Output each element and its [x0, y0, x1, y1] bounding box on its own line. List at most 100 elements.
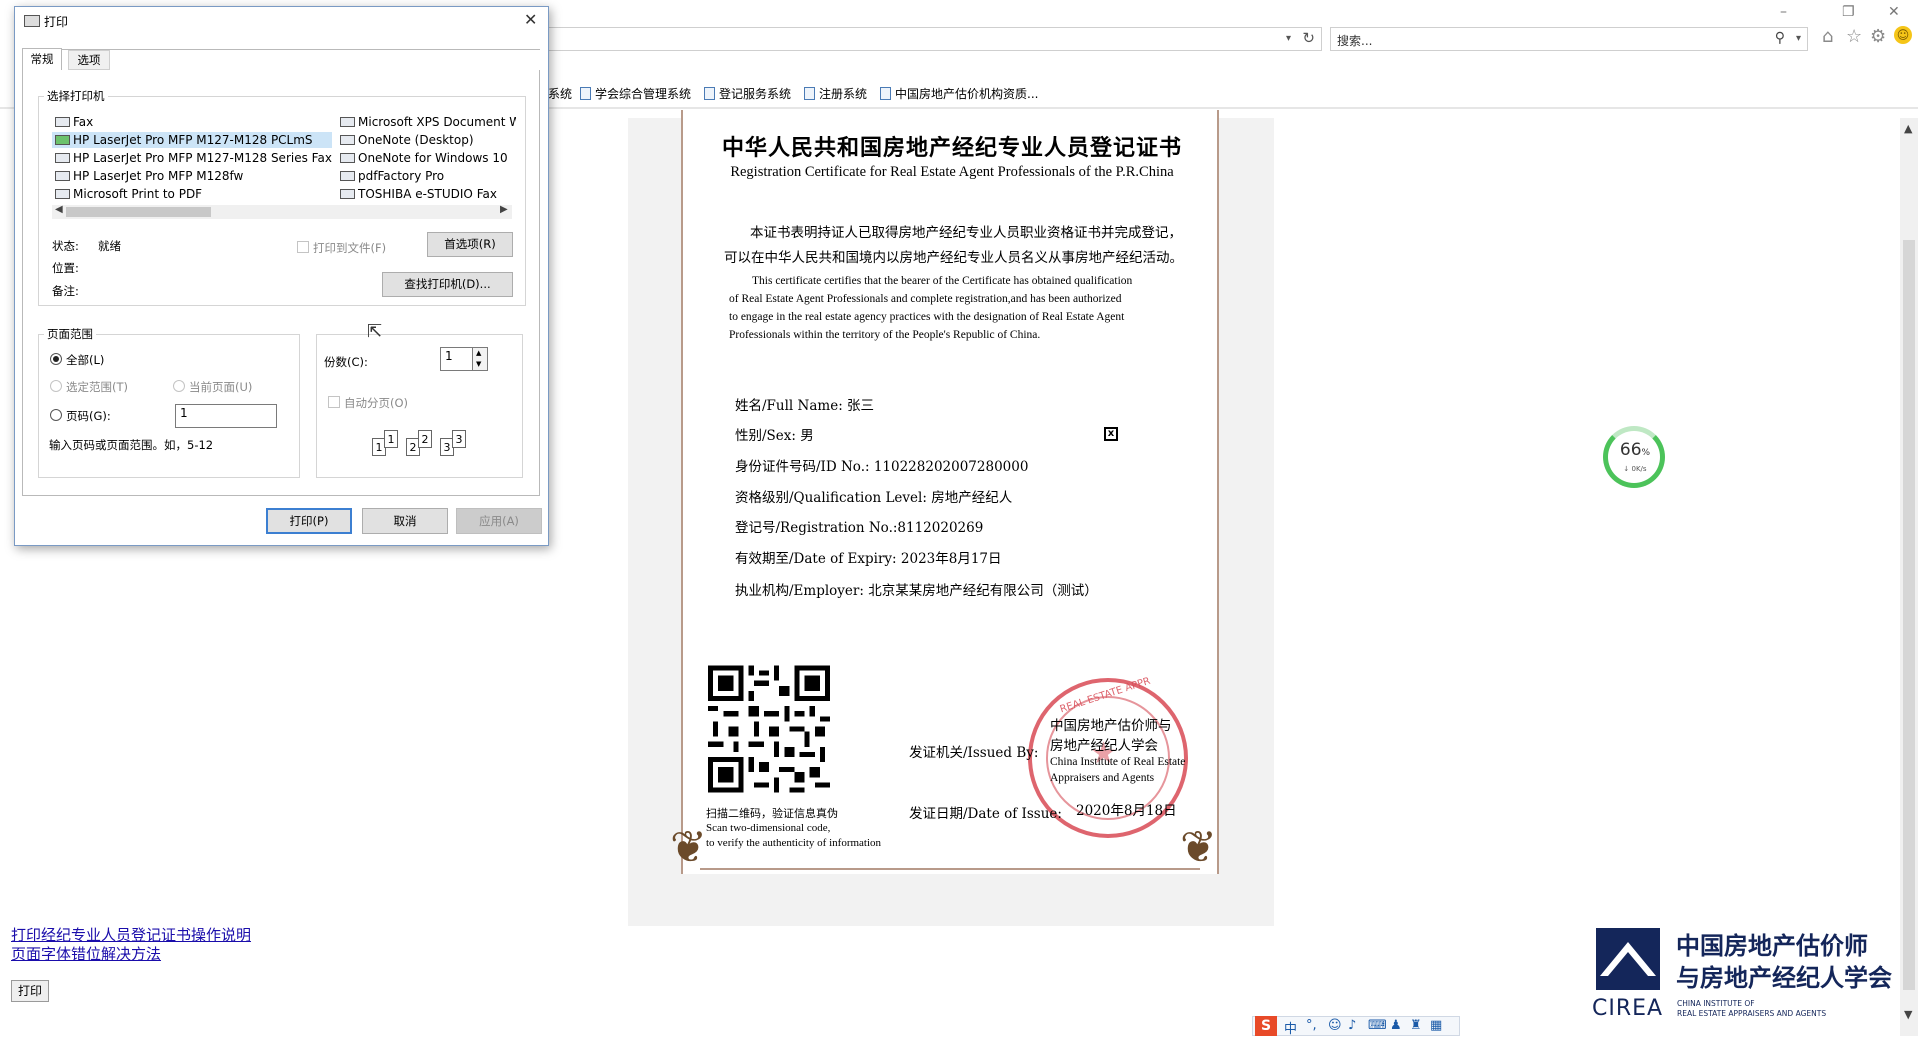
printer-item[interactable]: HP LaserJet Pro MFP M127-M128 Series Fax — [55, 151, 332, 165]
favorite-link[interactable]: 注册系统 — [804, 85, 867, 102]
logo-abbreviation: CIREA — [1592, 996, 1664, 1021]
printer-item[interactable]: Microsoft Print to PDF — [55, 187, 202, 201]
scroll-left-icon[interactable]: ◀ — [55, 204, 63, 215]
printer-item[interactable]: OneNote for Windows 10 — [340, 151, 508, 165]
printer-item-selected[interactable]: HP LaserJet Pro MFP M127-M128 PCLmS — [55, 133, 313, 147]
emoji-icon[interactable]: ☺ — [1328, 1018, 1342, 1033]
font-fix-link[interactable]: 页面字体错位解决方法 — [11, 943, 161, 964]
feedback-smiley-icon[interactable]: ☺ — [1894, 26, 1912, 44]
apply-button[interactable]: 应用(A) — [456, 508, 542, 534]
printer-item[interactable]: pdfFactory Pro — [340, 169, 444, 183]
printer-label: HP LaserJet Pro MFP M128fw — [73, 169, 244, 183]
preferences-button[interactable]: 首选项(R) — [427, 232, 513, 257]
field-employer: 执业机构/Employer: 北京某某房地产经纪有限公司（测试） — [735, 583, 1098, 599]
printer-icon — [340, 117, 355, 127]
scrollbar-thumb[interactable] — [66, 207, 211, 217]
speed-rate: ↓ 0K/s — [1623, 465, 1647, 473]
qr-code — [708, 665, 830, 793]
comment-label: 备注: — [52, 284, 79, 298]
printer-item[interactable]: Fax — [55, 115, 93, 129]
speed-percentage: 66% — [1613, 440, 1657, 460]
copies-spinner[interactable]: ▲ ▼ — [472, 347, 488, 371]
printer-label: Microsoft Print to PDF — [73, 187, 203, 201]
page-icon — [580, 87, 591, 100]
intro-cn-line: 本证书表明持证人已取得房地产经纪专业人员职业资格证书并完成登记， — [750, 225, 1182, 241]
skin-icon[interactable]: ♜ — [1410, 1018, 1422, 1033]
close-icon[interactable]: ✕ — [524, 10, 537, 29]
mouse-cursor-icon: ⇱ — [367, 321, 383, 342]
tab-options[interactable]: 选项 — [68, 50, 110, 70]
ime-logo[interactable]: S — [1255, 1016, 1277, 1036]
field-expiry: 有效期至/Date of Expiry: 2023年8月17日 — [735, 551, 1002, 567]
cancel-button[interactable]: 取消 — [362, 508, 448, 534]
spin-up-icon[interactable]: ▲ — [476, 349, 481, 357]
printer-item[interactable]: Microsoft XPS Document W — [340, 115, 516, 129]
window-close-icon[interactable]: ✕ — [1888, 4, 1900, 20]
print-button[interactable]: 打印(P) — [266, 508, 352, 534]
tab-general[interactable]: 常规 — [22, 48, 62, 70]
collate-page: 2 — [418, 430, 432, 448]
scrollbar-thumb[interactable] — [1903, 240, 1915, 990]
status-label: 状态: — [52, 239, 79, 253]
refresh-icon[interactable]: ↻ — [1302, 29, 1315, 47]
page-print-button[interactable]: 打印 — [11, 980, 49, 1002]
issuer-en: Appraisers and Agents — [1050, 772, 1155, 784]
print-instructions-link[interactable]: 打印经纪专业人员登记证书操作说明 — [11, 924, 251, 945]
find-printer-button[interactable]: 查找打印机(D)... — [382, 272, 513, 297]
search-input[interactable]: 搜索... ⚲ ▾ — [1330, 27, 1808, 51]
favorites-star-icon[interactable]: ☆ — [1846, 26, 1862, 47]
chevron-down-icon[interactable]: ▾ — [1796, 33, 1801, 44]
selection-radio[interactable] — [50, 380, 62, 392]
scroll-up-icon[interactable]: ▲ — [1904, 122, 1912, 135]
spin-down-icon[interactable]: ▼ — [476, 360, 481, 368]
user-icon[interactable]: ♟ — [1390, 1018, 1402, 1033]
favorite-link[interactable]: 学会综合管理系统 — [580, 85, 691, 102]
issuer-en: China Institute of Real Estate — [1050, 756, 1186, 768]
roof-icon — [1600, 942, 1656, 976]
printer-item[interactable]: TOSHIBA e-STUDIO Fax — [340, 187, 497, 201]
field-qualification-level: 资格级别/Qualification Level: 房地产经纪人 — [735, 490, 1013, 506]
print-to-file-checkbox[interactable] — [297, 241, 309, 253]
keyboard-icon[interactable]: ⌨ — [1368, 1018, 1387, 1033]
home-icon[interactable]: ⌂ — [1822, 26, 1833, 47]
qr-caption-en: Scan two-dimensional code, — [706, 822, 831, 834]
favorite-link[interactable]: 中国房地产估价机构资质... — [880, 85, 1038, 102]
scroll-down-icon[interactable]: ▼ — [1904, 1008, 1912, 1021]
intro-en-line: of Real Estate Agent Professionals and c… — [729, 293, 1122, 305]
collate-checkbox[interactable] — [328, 396, 340, 408]
printer-label: Fax — [73, 115, 94, 129]
settings-gear-icon[interactable]: ⚙ — [1870, 26, 1886, 47]
minimize-icon[interactable]: – — [1780, 4, 1787, 20]
favorite-link[interactable]: 系统 — [548, 85, 572, 102]
logo-cn-line: 中国房地产估价师 — [1676, 932, 1868, 960]
pages-label: 页码(G): — [66, 409, 111, 423]
issuer-cn: 中国房地产估价师与 — [1050, 718, 1172, 734]
speed-unit: % — [1641, 448, 1651, 458]
address-bar[interactable]: ▾ ↻ — [548, 27, 1322, 51]
chevron-down-icon[interactable]: ▾ — [1286, 33, 1291, 44]
restore-icon[interactable]: ❐ — [1842, 4, 1855, 20]
microphone-icon[interactable]: ♪ — [1348, 1018, 1356, 1033]
pages-input[interactable]: 1 — [175, 404, 277, 428]
all-pages-label: 全部(L) — [66, 353, 105, 367]
intro-en-line: to engage in the real estate agency prac… — [729, 311, 1125, 323]
ime-language-toggle[interactable]: 中 — [1284, 1018, 1297, 1037]
search-icon[interactable]: ⚲ — [1775, 30, 1785, 46]
pages-radio[interactable] — [50, 409, 62, 421]
search-placeholder: 搜索... — [1337, 34, 1373, 48]
print-to-file-label: 打印到文件(F) — [313, 241, 387, 255]
current-page-radio[interactable] — [173, 380, 185, 392]
favorite-link[interactable]: 登记服务系统 — [704, 85, 791, 102]
punctuation-icon[interactable]: °, — [1306, 1018, 1317, 1033]
field-id-no: 身份证件号码/ID No.: 110228202007280000 — [735, 459, 1029, 475]
printer-item[interactable]: OneNote (Desktop) — [340, 133, 474, 147]
printer-item[interactable]: HP LaserJet Pro MFP M128fw — [55, 169, 243, 183]
scroll-right-icon[interactable]: ▶ — [500, 204, 508, 215]
collate-label: 自动分页(O) — [344, 396, 409, 410]
printer-label: HP LaserJet Pro MFP M127-M128 Series Fax — [73, 151, 332, 165]
certificate-subtitle: Registration Certificate for Real Estate… — [730, 164, 1174, 180]
grid-menu-icon[interactable]: ▦ — [1430, 1018, 1442, 1033]
all-pages-radio[interactable] — [50, 353, 62, 365]
page-icon — [804, 87, 815, 100]
intro-en-line: Professionals within the territory of th… — [729, 329, 1041, 341]
